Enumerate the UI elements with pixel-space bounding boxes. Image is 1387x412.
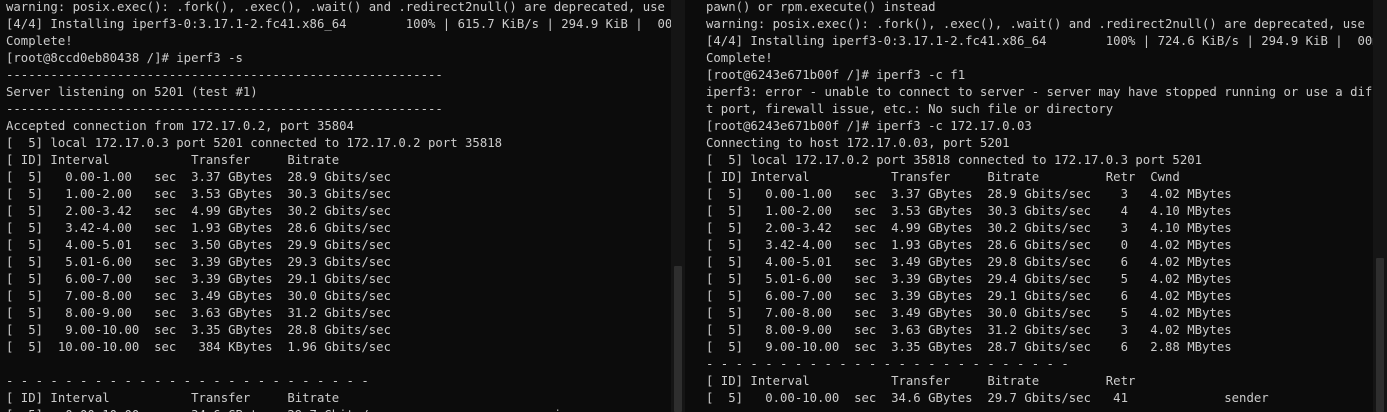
terminal-line: [ 5] 0.00-10.00 sec 34.6 GBytes 29.7 Gbi… xyxy=(6,407,671,412)
terminal-line: [ ID] Interval Transfer Bitrate Retr xyxy=(706,374,1136,388)
terminal-pane-right[interactable]: pawn() or rpm.execute() instead warning: … xyxy=(700,0,1387,412)
terminal-line: [ 5] 4.00-5.01 sec 3.49 GBytes 29.8 Gbit… xyxy=(706,255,1232,269)
terminal-line: [ ID] Interval Transfer Bitrate xyxy=(6,153,340,167)
terminal-line: [ 5] 10.00-10.00 sec 384 KBytes 1.96 Gbi… xyxy=(6,340,391,354)
terminal-line: warning: posix.exec(): .fork(), .exec(),… xyxy=(706,17,1387,31)
terminal-line: pawn() or rpm.execute() instead xyxy=(706,0,936,14)
terminal-line: [ 5] 5.01-6.00 sec 3.39 GBytes 29.4 Gbit… xyxy=(706,272,1232,286)
terminal-line: [ 5] 2.00-3.42 sec 4.99 GBytes 30.2 Gbit… xyxy=(6,204,391,218)
terminal-line: [4/4] Installing iperf3-0:3.17.1-2.fc41.… xyxy=(6,17,671,31)
terminal-line: [ ID] Interval Transfer Bitrate xyxy=(6,391,340,405)
terminal-line: - - - - - - - - - - - - - - - - - - - - … xyxy=(706,357,1069,371)
terminal-line: [ 5] 0.00-1.00 sec 3.37 GBytes 28.9 Gbit… xyxy=(6,170,391,184)
scrollbar-thumb-left[interactable] xyxy=(674,266,682,412)
terminal-line: [ 5] 5.01-6.00 sec 3.39 GBytes 29.3 Gbit… xyxy=(6,255,391,269)
terminal-line: [ 5] 4.00-5.01 sec 3.50 GBytes 29.9 Gbit… xyxy=(6,238,391,252)
terminal-line: Server listening on 5201 (test #1) xyxy=(6,85,258,99)
terminal-line: [ 5] 1.00-2.00 sec 3.53 GBytes 30.3 Gbit… xyxy=(706,204,1232,218)
terminal-line: [ 5] 7.00-8.00 sec 3.49 GBytes 30.0 Gbit… xyxy=(6,289,391,303)
terminal-output-left[interactable]: warning: posix.exec(): .fork(), .exec(),… xyxy=(6,0,671,412)
terminal-line: [ 5] 8.00-9.00 sec 3.63 GBytes 31.2 Gbit… xyxy=(6,306,391,320)
terminal-line: [ 5] 0.00-10.00 sec 34.6 GBytes 29.7 Gbi… xyxy=(706,391,1269,405)
terminal-line: [ 5] 6.00-7.00 sec 3.39 GBytes 29.1 Gbit… xyxy=(6,272,391,286)
terminal-line: warning: posix.exec(): .fork(), .exec(),… xyxy=(6,0,671,14)
terminal-line: [ 5] 2.00-3.42 sec 4.99 GBytes 30.2 Gbit… xyxy=(706,221,1232,235)
terminal-line: iperf3: error - unable to connect to ser… xyxy=(706,85,1387,99)
terminal-line: Complete! xyxy=(6,34,73,48)
terminal-line: Connecting to host 172.17.0.03, port 520… xyxy=(706,136,1010,150)
terminal-line: [ 5] 1.00-2.00 sec 3.53 GBytes 30.3 Gbit… xyxy=(6,187,391,201)
terminal-line: ----------------------------------------… xyxy=(6,102,443,116)
terminal-line: [root@6243e671b00f /]# iperf3 -c 172.17.… xyxy=(706,119,1032,133)
terminal-line: [ 5] 7.00-8.00 sec 3.49 GBytes 30.0 Gbit… xyxy=(706,306,1232,320)
terminal-line: [ 5] 6.00-7.00 sec 3.39 GBytes 29.1 Gbit… xyxy=(706,289,1232,303)
terminal-line: [ 5] local 172.17.0.3 port 5201 connecte… xyxy=(6,136,503,150)
terminal-line: [ 5] 0.00-1.00 sec 3.37 GBytes 28.9 Gbit… xyxy=(706,187,1232,201)
terminal-line: [ 5] 8.00-9.00 sec 3.63 GBytes 31.2 Gbit… xyxy=(706,323,1232,337)
terminal-line: [ ID] Interval Transfer Bitrate Retr Cwn… xyxy=(706,170,1180,184)
terminal-line: - - - - - - - - - - - - - - - - - - - - … xyxy=(6,374,369,388)
terminal-line: Accepted connection from 172.17.0.2, por… xyxy=(6,119,354,133)
terminal-line: [ 5] 9.00-10.00 sec 3.35 GBytes 28.8 Gbi… xyxy=(6,323,391,337)
terminal-pane-left[interactable]: warning: posix.exec(): .fork(), .exec(),… xyxy=(0,0,671,412)
scrollbar-thumb-right[interactable] xyxy=(1376,258,1384,412)
terminal-line: [4/4] Installing iperf3-0:3.17.1-2.fc41.… xyxy=(706,34,1387,48)
terminal-line: [root@8ccd0eb80438 /]# iperf3 -s xyxy=(6,51,243,65)
terminal-line: [root@6243e671b00f /]# iperf3 -c f1 xyxy=(706,68,966,82)
terminal-line: [ 5] 9.00-10.00 sec 3.35 GBytes 28.7 Gbi… xyxy=(706,340,1232,354)
scrollbar-right[interactable] xyxy=(1373,0,1387,412)
terminal-line: Complete! xyxy=(706,51,773,65)
scrollbar-left[interactable] xyxy=(671,0,685,412)
terminal-line: [ 5] 3.42-4.00 sec 1.93 GBytes 28.6 Gbit… xyxy=(706,238,1232,252)
terminal-line: [ 5] local 172.17.0.2 port 35818 connect… xyxy=(706,153,1203,167)
terminal-output-right[interactable]: pawn() or rpm.execute() instead warning: … xyxy=(706,0,1387,407)
terminal-line: t port, firewall issue, etc.: No such fi… xyxy=(706,102,1114,116)
terminal-line: ----------------------------------------… xyxy=(6,68,443,82)
terminal-line: [ 5] 3.42-4.00 sec 1.93 GBytes 28.6 Gbit… xyxy=(6,221,391,235)
